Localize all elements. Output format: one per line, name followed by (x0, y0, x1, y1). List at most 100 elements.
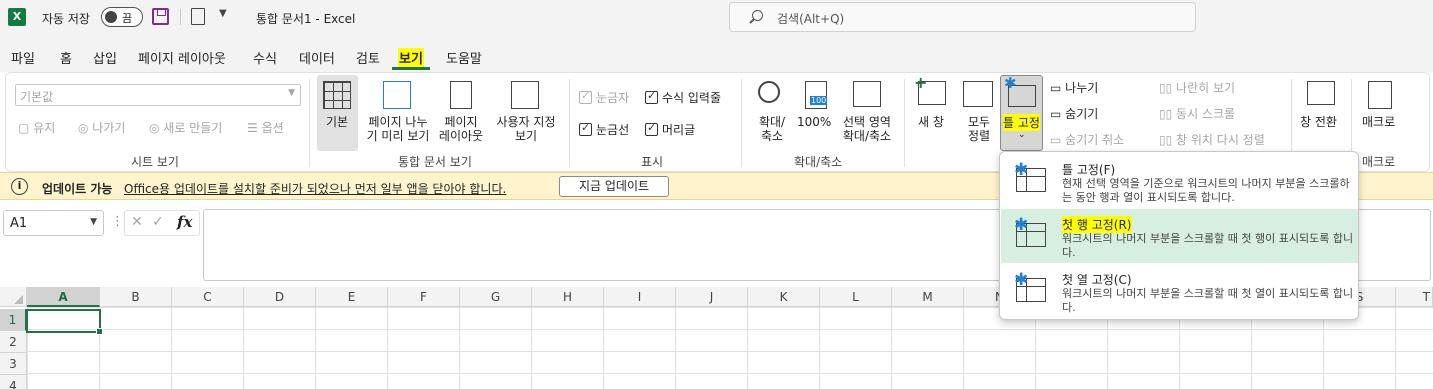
row-header[interactable]: 2 (0, 331, 27, 353)
formula-bar-checkbox[interactable]: 수식 입력줄 (645, 89, 721, 106)
tab-view[interactable]: 보기 (398, 48, 424, 67)
freeze-panes-menu: ✱ 틀 고정(F) 현재 선택 영역을 기준으로 워크시트의 나머지 부분을 스… (999, 151, 1359, 320)
tab-formulas[interactable]: 수식 (253, 48, 277, 67)
switch-windows-button[interactable]: 창 전환 (1300, 115, 1337, 129)
print-preview-icon[interactable] (191, 8, 205, 25)
page-layout-button[interactable]: 페이지 레이아웃 (436, 115, 486, 143)
new-view-label: 새로 만들기 (163, 121, 223, 135)
save-icon[interactable] (152, 8, 169, 25)
zoom-button[interactable]: 확대/축소 (752, 115, 792, 143)
menu-item-freeze-panes[interactable]: ✱ 틀 고정(F) 현재 선택 영역을 기준으로 워크시트의 나머지 부분을 스… (1001, 154, 1358, 208)
group-label-workbook-views: 통합 문서 보기 (398, 155, 472, 169)
zoom-line2: 축소 (760, 129, 784, 143)
tab-help[interactable]: 도움말 (446, 48, 482, 67)
new-view-button[interactable]: ◎ 새로 만들기 (149, 121, 222, 135)
options-button[interactable]: ☰ 옵션 (247, 121, 284, 135)
column-header[interactable]: K (748, 287, 820, 307)
column-header[interactable]: T (1396, 287, 1433, 307)
search-placeholder: 검색(Alt+Q) (777, 12, 845, 26)
custom-views-button[interactable]: 사용자 지정 보기 (490, 115, 562, 143)
exit-button[interactable]: ◎ 나가기 (78, 121, 125, 135)
hide-button[interactable]: ▭ 숨기기 (1050, 107, 1098, 121)
column-header[interactable]: H (532, 287, 604, 307)
update-now-button[interactable]: 지금 업데이트 (559, 176, 669, 197)
select-all-button[interactable] (0, 287, 27, 307)
ruler-checkbox[interactable]: 눈금자 (579, 89, 629, 106)
autosave-toggle[interactable]: 끔 (101, 7, 143, 27)
name-box[interactable]: A1 ▼ (3, 210, 104, 236)
synchronous-scrolling-button[interactable]: ▯▯ 동시 스크롤 (1159, 107, 1235, 121)
headings-checkbox[interactable]: 머리글 (645, 121, 695, 138)
page-break-line2: 기 미리 보기 (366, 129, 430, 143)
side-by-side-label: 나란히 보기 (1176, 81, 1236, 95)
column-header[interactable]: C (172, 287, 244, 307)
menu-item-title: 첫 행 고정(R) (1062, 216, 1132, 233)
options-label: 옵션 (261, 121, 284, 135)
gridlines-checkbox[interactable]: 눈금선 (579, 121, 629, 138)
switch-windows-label: 창 전환 (1300, 115, 1337, 129)
customize-qat-icon[interactable]: ▼ (219, 8, 227, 19)
freeze-panes-button[interactable]: ✱ 틀 고정 ⌄ (1000, 74, 1043, 151)
chevron-down-icon: ▼ (288, 88, 295, 98)
search-box[interactable]: 검색(Alt+Q) (729, 2, 1196, 32)
row-header[interactable]: 4 (0, 375, 27, 389)
zoom-sel-line2: 확대/축소 (842, 129, 892, 143)
formula-bar-check-icon (645, 89, 658, 104)
column-header[interactable]: J (676, 287, 748, 307)
menu-item-title: 첫 열 고정(C) (1062, 273, 1132, 287)
menu-item-freeze-top-row[interactable]: ✱ 첫 행 고정(R) 워크시트의 나머지 부분을 스크롤할 때 첫 행이 표시… (1001, 209, 1358, 263)
zoom-100-button[interactable]: 100% (797, 115, 831, 129)
freeze-star-icon: ✱ (1014, 270, 1029, 290)
sheet-view-combo[interactable]: 기본값 ▼ (15, 84, 301, 106)
freeze-star-icon: ✱ (1014, 160, 1029, 180)
info-icon: i (11, 178, 28, 195)
active-cell[interactable] (26, 309, 103, 335)
tab-page-layout[interactable]: 페이지 레이아웃 (138, 48, 226, 67)
column-header[interactable]: M (892, 287, 964, 307)
unhide-label: 숨기기 취소 (1065, 133, 1125, 147)
column-header[interactable]: B (100, 287, 172, 307)
column-header[interactable]: L (820, 287, 892, 307)
tab-insert[interactable]: 삽입 (93, 48, 117, 67)
page-layout-line1: 페이지 (444, 115, 478, 129)
tab-data[interactable]: 데이터 (299, 48, 335, 67)
column-header[interactable]: F (388, 287, 460, 307)
tab-home[interactable]: 홈 (60, 48, 72, 67)
column-header[interactable]: I (604, 287, 676, 307)
tab-review[interactable]: 검토 (356, 48, 380, 67)
column-header[interactable]: E (316, 287, 388, 307)
macros-button[interactable]: 매크로 (1362, 115, 1395, 129)
group-label-macros: 매크로 (1362, 155, 1396, 169)
page-break-preview-button[interactable]: 페이지 나누 기 미리 보기 (362, 115, 434, 143)
page-break-preview-icon (383, 81, 411, 109)
menu-item-freeze-first-column[interactable]: ✱ 첫 열 고정(C) 워크시트의 나머지 부분을 스크롤할 때 첫 열이 표시… (1001, 264, 1358, 318)
headings-label: 머리글 (662, 123, 696, 137)
zoom-icon (758, 81, 780, 103)
more-dots-icon[interactable]: ⋮ (111, 214, 124, 229)
zoom-100-icon-text: 100 (810, 96, 828, 105)
keep-button[interactable]: ▢ 유지 (18, 121, 55, 135)
reset-window-position-button[interactable]: ▯▯ 창 위치 다시 정렬 (1159, 133, 1265, 147)
tab-file[interactable]: 파일 (11, 48, 35, 67)
zoom-to-selection-icon (853, 81, 881, 107)
insert-function-icon[interactable]: fx (177, 213, 192, 231)
unhide-button[interactable]: ▭ 숨기기 취소 (1050, 133, 1124, 147)
column-header[interactable]: A (27, 287, 100, 307)
enter-icon[interactable]: ✓ (152, 214, 164, 230)
zoom-to-selection-button[interactable]: 선택 영역 확대/축소 (836, 115, 898, 143)
new-window-button[interactable]: 새 창 (918, 115, 944, 129)
split-button[interactable]: ▭ 나누기 (1050, 81, 1098, 95)
group-divider (741, 79, 742, 167)
notice-message[interactable]: Office용 업데이트를 설치할 준비가 되었으나 먼저 일부 앱을 닫아야 … (124, 180, 506, 197)
cancel-icon[interactable]: ✕ (131, 214, 143, 230)
exit-label: 나가기 (92, 121, 126, 135)
plus-icon: + (914, 73, 928, 92)
view-side-by-side-button[interactable]: ▯▯ 나란히 보기 (1159, 81, 1235, 95)
column-header[interactable]: D (244, 287, 316, 307)
column-header[interactable]: G (460, 287, 532, 307)
arrange-all-button[interactable]: 모두 정렬 (964, 115, 994, 143)
row-header[interactable]: 3 (0, 353, 27, 375)
row-header[interactable]: 1 (0, 309, 27, 331)
normal-view-button[interactable]: 기본 (317, 75, 358, 151)
group-label-sheet-view: 시트 보기 (131, 155, 179, 169)
